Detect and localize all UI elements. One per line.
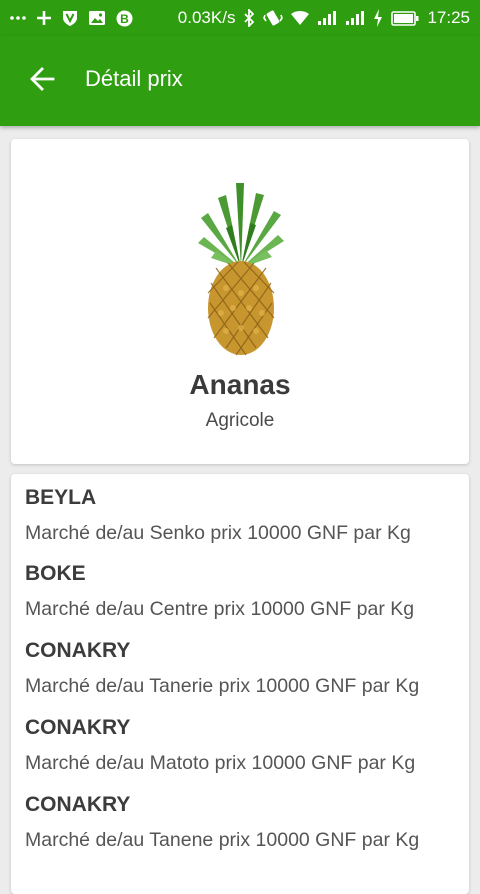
- region-name: CONAKRY: [25, 793, 131, 816]
- pineapple-image: [198, 183, 284, 356]
- product-card: Ananas Agricole: [11, 139, 469, 464]
- price-detail: Marché de/au Tanerie prix 10000 GNF par …: [25, 675, 420, 697]
- region-name: CONAKRY: [25, 639, 131, 662]
- price-list: BEYLA Marché de/au Senko prix 10000 GNF …: [11, 474, 469, 894]
- network-speed: 0.03K/s: [177, 8, 236, 27]
- battery-icon: [391, 10, 419, 26]
- status-left-icons: B: [10, 9, 133, 27]
- bluetooth-icon: [243, 9, 255, 27]
- region-name: CONAKRY: [25, 716, 131, 739]
- product-category: Agricole: [205, 410, 275, 431]
- arrow-back-icon: [30, 67, 55, 91]
- status-right-icons: 0.03K/s 17:25: [178, 8, 470, 28]
- region-name: BOKE: [25, 562, 86, 585]
- list-item[interactable]: CONAKRY Marché de/au Tanerie prix 10000 …: [11, 638, 469, 715]
- region-name: BEYLA: [25, 486, 97, 509]
- list-item[interactable]: CONAKRY Marché de/au Tanene prix 10000 G…: [11, 792, 469, 869]
- price-detail: Marché de/au Matoto prix 10000 GNF par K…: [25, 752, 416, 774]
- status-bar: B 0.03K/s 17:25: [0, 0, 480, 36]
- product-name: Ananas: [189, 369, 291, 400]
- charging-icon: [373, 9, 383, 27]
- back-button[interactable]: [26, 63, 58, 95]
- price-detail: Marché de/au Senko prix 10000 GNF par Kg: [25, 522, 411, 544]
- list-item[interactable]: BEYLA Marché de/au Senko prix 10000 GNF …: [11, 474, 469, 561]
- price-detail: Marché de/au Tanene prix 10000 GNF par K…: [25, 829, 420, 851]
- clock: 17:25: [427, 8, 470, 27]
- list-item[interactable]: BOKE Marché de/au Centre prix 10000 GNF …: [11, 561, 469, 638]
- svg-text:B: B: [120, 12, 129, 26]
- shield-v-icon: [62, 9, 78, 27]
- signal-icon: [345, 10, 365, 26]
- signal-icon: [317, 10, 337, 26]
- image-icon: [88, 10, 106, 26]
- list-item[interactable]: CONAKRY Marché de/au Matoto prix 10000 G…: [11, 715, 469, 792]
- bitcoin-icon: B: [116, 10, 133, 27]
- plus-icon: [36, 10, 52, 26]
- vibrate-icon: [263, 9, 284, 27]
- app-bar: Détail prix: [0, 36, 480, 126]
- more-dots-icon: [10, 15, 26, 21]
- page-title: Détail prix: [85, 66, 183, 91]
- wifi-icon: [291, 10, 310, 26]
- price-detail: Marché de/au Centre prix 10000 GNF par K…: [25, 598, 415, 620]
